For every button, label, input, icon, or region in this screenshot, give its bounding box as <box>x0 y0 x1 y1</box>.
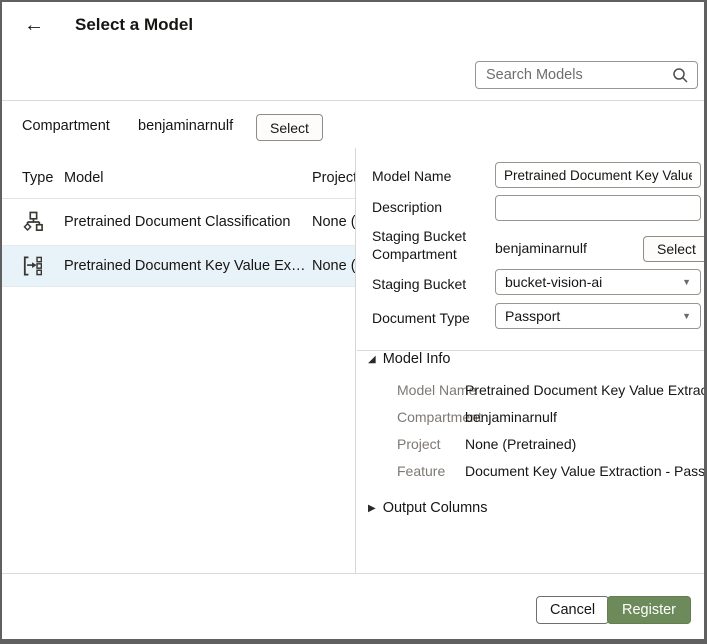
page-title: Select a Model <box>75 15 193 35</box>
model-info-title: Model Info <box>383 351 451 367</box>
compartment-label: Compartment <box>22 118 110 134</box>
chevron-down-icon: ▼ <box>682 304 691 328</box>
triangle-expanded-icon: ◢ <box>368 354 376 365</box>
classification-tree-icon <box>23 211 43 233</box>
document-type-selected-value: Passport <box>505 308 560 324</box>
table-row-pretrained-document-key-value-extraction[interactable]: Pretrained Document Key Value Extraction… <box>2 246 355 287</box>
search-box <box>475 61 698 89</box>
info-model-name-value: Pretrained Document Key Value Extraction <box>465 382 704 398</box>
output-columns-title: Output Columns <box>383 500 488 516</box>
staging-bucket-selected-value: bucket-vision-ai <box>505 274 602 290</box>
cancel-button[interactable]: Cancel <box>536 596 609 624</box>
info-feature-label: Feature <box>397 463 445 479</box>
info-feature-value: Document Key Value Extraction - Passport <box>465 463 704 479</box>
project-cell: None (Pretrained) <box>312 258 356 274</box>
search-input[interactable] <box>476 67 672 83</box>
staging-bucket-compartment-value: benjaminarnulf <box>495 240 587 256</box>
compartment-select-button[interactable]: Select <box>256 114 323 141</box>
document-type-dropdown[interactable]: Passport ▼ <box>495 303 701 329</box>
staging-bucket-compartment-select-button[interactable]: Select <box>643 236 704 262</box>
table-row-pretrained-document-classification[interactable]: Pretrained Document Classification None … <box>2 199 355 246</box>
model-name-cell: Pretrained Document Classification <box>64 214 290 230</box>
staging-bucket-dropdown[interactable]: bucket-vision-ai ▼ <box>495 269 701 295</box>
footer-divider <box>2 573 704 574</box>
output-columns-section-toggle[interactable]: ▶ Output Columns <box>368 500 487 516</box>
description-input[interactable] <box>495 195 701 221</box>
header-divider <box>2 100 704 101</box>
model-info-section-toggle[interactable]: ◢ Model Info <box>368 351 450 367</box>
triangle-collapsed-icon: ▶ <box>368 503 376 514</box>
model-name-cell: Pretrained Document Key Value Extraction <box>64 258 306 274</box>
register-button[interactable]: Register <box>607 596 691 624</box>
staging-bucket-label: Staging Bucket <box>372 276 466 292</box>
chevron-down-icon: ▼ <box>682 270 691 294</box>
model-details-panel: Model Name Description Staging Bucket Co… <box>357 148 704 575</box>
info-compartment-value: benjaminarnulf <box>465 409 557 425</box>
column-header-type: Type <box>22 170 53 186</box>
project-cell: None (Pretrained) <box>312 214 356 230</box>
column-header-model: Model <box>64 170 104 186</box>
model-list-panel: Type Model Project Pretrained Document C… <box>2 148 356 573</box>
document-type-label: Document Type <box>372 310 470 326</box>
search-icon <box>672 67 688 83</box>
model-name-input[interactable] <box>495 162 701 188</box>
info-project-label: Project <box>397 436 441 452</box>
staging-bucket-compartment-label: Staging Bucket Compartment <box>372 228 484 263</box>
description-label: Description <box>372 199 442 215</box>
model-name-label: Model Name <box>372 168 451 184</box>
column-header-project: Project <box>312 170 356 186</box>
key-value-extraction-icon <box>23 256 42 277</box>
info-project-value: None (Pretrained) <box>465 436 576 452</box>
select-model-dialog: ← Select a Model Compartment benjaminarn… <box>0 0 707 644</box>
compartment-value: benjaminarnulf <box>138 118 233 134</box>
back-button[interactable]: ← <box>20 12 48 38</box>
